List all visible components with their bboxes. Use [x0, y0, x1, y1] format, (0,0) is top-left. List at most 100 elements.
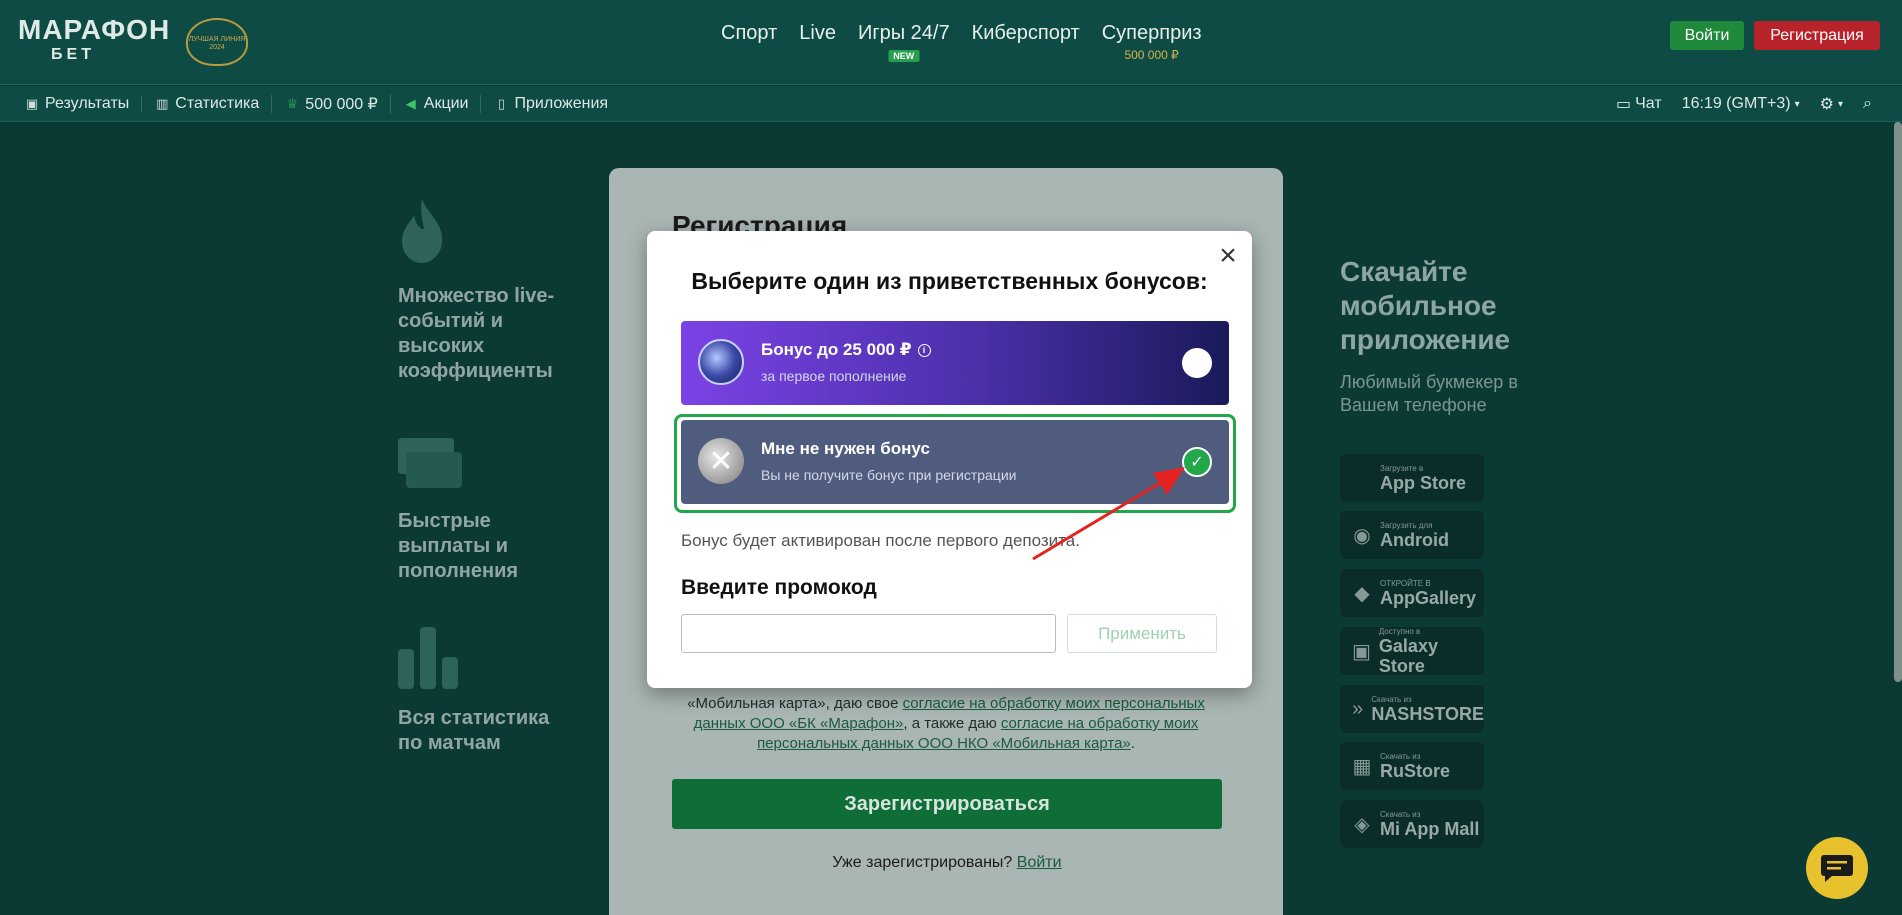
store-appstore[interactable]: Загрузите в App Store	[1340, 454, 1484, 502]
store-nashstore[interactable]: » Скачать из NASHSTORE	[1340, 685, 1484, 733]
chat-label: Чат	[1635, 95, 1662, 112]
page-scrollbar[interactable]	[1894, 122, 1902, 682]
feature-stats: Вся статистика по матчам	[398, 707, 550, 754]
already-text: Уже зарегистрированы?	[832, 854, 1013, 871]
legal-text: «Мобильная карта», даю свое	[687, 695, 899, 712]
subnav-prize-label: 500 000 ₽	[305, 96, 378, 113]
logo-top-text: МАРАФОН	[18, 14, 171, 45]
nav-superprize[interactable]: Суперприз 500 000 ₽	[1091, 22, 1213, 66]
trophy-icon: ♕	[286, 96, 299, 111]
chat-bubble-icon	[1821, 855, 1853, 882]
megaphone-icon: ◀	[405, 96, 416, 111]
android-icon: ◉	[1353, 524, 1371, 547]
logo-bottom-text: БЕТ	[51, 46, 95, 63]
gear-icon: ⚙	[1819, 96, 1834, 113]
subnav-promos[interactable]: ◀ Акции	[403, 95, 482, 113]
marathon-logo[interactable]: МАРАФОН БЕТ	[18, 16, 173, 64]
chevron-down-icon: ▾	[1794, 98, 1800, 110]
results-icon: ▣	[25, 96, 39, 111]
subnav-apps[interactable]: ▯ Приложения	[493, 95, 620, 113]
settings-button[interactable]: ⚙ ▾	[1820, 94, 1843, 114]
registration-legal: «Мобильная карта», даю свое согласие на …	[672, 694, 1220, 754]
subnav-stats[interactable]: ▥ Статистика	[154, 95, 273, 113]
nav-esports[interactable]: Киберспорт	[961, 22, 1091, 66]
login-link[interactable]: Войти	[1017, 854, 1062, 871]
modal-title: Выберите один из приветственных бонусов:	[691, 268, 1208, 294]
rustore-icon: ▦	[1352, 755, 1372, 778]
apple-icon	[1350, 466, 1374, 490]
subnav-results[interactable]: ▣ Результаты	[24, 95, 143, 113]
chat-link[interactable]: ▭ Чат	[1616, 94, 1662, 114]
nashstore-icon: »	[1352, 697, 1364, 720]
store-small: Загрузить для	[1380, 520, 1433, 530]
subnav-stats-label: Статистика	[175, 95, 260, 112]
store-big: AppGallery	[1380, 587, 1477, 608]
store-appgallery[interactable]: ◆ ОТКРОЙТЕ В AppGallery	[1340, 569, 1484, 617]
time-label: 16:19 (GMT+3)	[1681, 95, 1791, 112]
support-chat-button[interactable]	[1806, 837, 1868, 899]
store-big: Mi App Mall	[1380, 818, 1480, 839]
mi-icon: ◈	[1354, 813, 1370, 836]
no-bonus-x-icon: ✕	[698, 438, 744, 484]
store-small: Доступно в	[1378, 626, 1421, 636]
sub-navigation: ▣ Результаты ▥ Статистика ♕ 500 000 ₽ ◀ Акци…	[0, 86, 1902, 122]
bonus-title: Бонус до 25 000 ₽ i	[761, 340, 931, 360]
bar-stats-icon	[398, 627, 458, 689]
cards-icon	[398, 438, 462, 488]
chat-icon: ▭	[1616, 96, 1632, 113]
stats-icon: ▥	[156, 96, 169, 111]
nav-sport-label: Спорт	[721, 22, 778, 44]
store-android[interactable]: ◉ Загрузить для Android	[1340, 511, 1484, 559]
legal-text: .	[1130, 735, 1135, 752]
bonus-subtitle: Вы не получите бонус при регистрации	[761, 467, 1017, 483]
main-nav: Спорт Live Игры 24/7 NEW Киберспорт Супер…	[710, 22, 1213, 66]
info-icon[interactable]: i	[917, 343, 931, 357]
search-button[interactable]: ⌕	[1863, 95, 1872, 113]
bonus-title-text: Бонус до 25 000 ₽	[761, 340, 912, 359]
award-badge: ЛУЧШАЯ ЛИНИЯ 2024	[186, 18, 248, 66]
nav-games[interactable]: Игры 24/7 NEW	[847, 22, 961, 66]
bonus-option-25000[interactable]: Бонус до 25 000 ₽ i за первое пополнение	[681, 321, 1229, 405]
nav-live[interactable]: Live	[788, 22, 847, 66]
apply-promo-button[interactable]: Применить	[1067, 614, 1217, 653]
download-subtitle: Любимый букмекер в Вашем телефоне	[1340, 372, 1518, 415]
login-button[interactable]: Войти	[1670, 21, 1744, 50]
store-small: Скачать из	[1380, 751, 1421, 761]
new-badge: NEW	[888, 50, 920, 62]
promo-code-input[interactable]	[681, 614, 1056, 653]
galaxy-icon: ▣	[1352, 640, 1371, 663]
subnav-apps-label: Приложения	[514, 95, 609, 112]
huawei-icon: ◆	[1354, 582, 1370, 605]
time-selector[interactable]: 16:19 (GMT+3) ▾	[1682, 95, 1800, 113]
feature-live: Множество live-событий и высоких коэффиц…	[398, 285, 555, 382]
flame-icon	[402, 199, 443, 263]
store-miappmall[interactable]: ◈ Скачать из Mi App Mall	[1340, 800, 1484, 848]
annotation-arrow-icon	[1032, 467, 1185, 561]
store-small: Скачать из	[1380, 809, 1421, 819]
chevron-down-icon: ▾	[1838, 98, 1844, 110]
legal-text: , а также даю	[903, 715, 997, 732]
nav-superprize-label: Суперприз	[1101, 22, 1202, 44]
soccer-ball-icon	[698, 339, 744, 385]
subnav-prize[interactable]: ♕ 500 000 ₽	[284, 94, 391, 114]
store-big: NASHSTORE	[1371, 703, 1484, 724]
feature-payouts: Быстрые выплаты и пополнения	[398, 510, 519, 582]
nav-sport[interactable]: Спорт	[710, 22, 788, 66]
store-rustore[interactable]: ▦ Скачать из RuStore	[1340, 742, 1484, 790]
store-small: Загрузите в	[1380, 463, 1424, 473]
bonus-radio-unselected[interactable]	[1182, 348, 1212, 378]
download-promo: Скачайте мобильное приложение Любимый бу…	[1340, 255, 1540, 417]
store-small: ОТКРОЙТЕ В	[1380, 578, 1431, 588]
store-galaxy[interactable]: ▣ Доступно в Galaxy Store	[1340, 626, 1484, 676]
submit-registration-button[interactable]: Зарегистрироваться	[672, 779, 1222, 829]
phone-icon: ▯	[497, 96, 506, 111]
already-registered: Уже зарегистрированы? Войти	[672, 854, 1222, 872]
store-big: Android	[1380, 529, 1449, 550]
nav-esports-label: Киберспорт	[971, 22, 1080, 44]
subnav-results-label: Результаты	[45, 95, 130, 112]
nav-live-label: Live	[799, 22, 836, 44]
promo-title: Введите промокод	[681, 576, 877, 599]
store-small: Скачать из	[1371, 694, 1412, 704]
bonus-subtitle: за первое пополнение	[761, 368, 907, 384]
register-button[interactable]: Регистрация	[1754, 21, 1880, 50]
